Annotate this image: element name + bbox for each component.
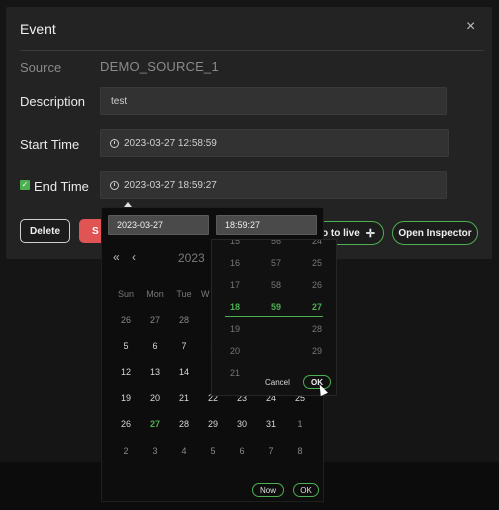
second-option[interactable]: 25 [302, 258, 332, 268]
hour-option[interactable]: 16 [220, 258, 250, 268]
calendar-day[interactable]: 5 [201, 446, 225, 456]
delete-button[interactable]: Delete [20, 219, 70, 243]
minute-option[interactable]: 58 [261, 280, 291, 290]
calendar-day[interactable]: 5 [114, 341, 138, 351]
end-time-field[interactable]: 2023-03-27 18:59:27 [100, 171, 447, 199]
time-input[interactable]: 18:59:27 [216, 215, 317, 235]
hour-option[interactable]: 15 [220, 240, 250, 246]
close-icon[interactable]: × [466, 18, 475, 36]
prev-year-icon[interactable]: « [113, 250, 120, 264]
weekday-label: Sun [117, 289, 134, 299]
second-option[interactable]: 28 [302, 324, 332, 334]
calendar-day[interactable]: 21 [172, 393, 196, 403]
description-field[interactable]: test [100, 87, 447, 115]
modal-title: Event [20, 21, 56, 37]
calendar-day[interactable]: 29 [201, 419, 225, 429]
start-time-field[interactable]: 2023-03-27 12:58:59 [100, 129, 449, 157]
hour-option[interactable]: 20 [220, 346, 250, 356]
prev-month-icon[interactable]: ‹ [132, 250, 136, 264]
calendar-day[interactable]: 12 [114, 367, 138, 377]
clock-icon [110, 138, 119, 148]
clock-icon [110, 180, 119, 190]
calendar-day[interactable]: 7 [172, 341, 196, 351]
hour-option[interactable]: 18 [220, 302, 250, 312]
calendar-day[interactable]: 19 [114, 393, 138, 403]
second-option[interactable]: 24 [302, 240, 332, 246]
hour-option[interactable]: 17 [220, 280, 250, 290]
calendar-day[interactable]: 30 [230, 419, 254, 429]
source-value: DEMO_SOURCE_1 [100, 59, 219, 74]
go-to-live-label: o to live [321, 227, 360, 239]
time-cancel-button[interactable]: Cancel [265, 378, 290, 387]
calendar-day[interactable]: 20 [143, 393, 167, 403]
calendar-day[interactable]: 8 [288, 446, 312, 456]
calendar-day[interactable]: 27 [143, 315, 167, 325]
calendar-year[interactable]: 2023 [178, 251, 205, 265]
calendar-day[interactable]: 6 [230, 446, 254, 456]
calendar-day[interactable]: 31 [259, 419, 283, 429]
calendar-day[interactable]: 1 [288, 419, 312, 429]
second-option[interactable]: 27 [302, 302, 332, 312]
description-value: test [111, 95, 128, 107]
date-ok-button[interactable]: OK [293, 483, 319, 497]
calendar-day[interactable]: 4 [172, 446, 196, 456]
second-option[interactable]: 26 [302, 280, 332, 290]
expand-arrows-icon: ✛ [365, 227, 375, 240]
calendar-day[interactable]: 6 [143, 341, 167, 351]
calendar-day[interactable]: 13 [143, 367, 167, 377]
now-button[interactable]: Now [252, 483, 284, 497]
calendar-day[interactable]: 26 [114, 315, 138, 325]
start-time-value: 2023-03-27 12:58:59 [124, 137, 217, 149]
calendar-day[interactable]: 26 [114, 419, 138, 429]
source-label: Source [20, 60, 62, 75]
calendar-day[interactable]: 7 [259, 446, 283, 456]
weekday-label: Tue [176, 289, 192, 299]
hour-option[interactable]: 21 [220, 368, 250, 378]
calendar-day[interactable]: 3 [143, 446, 167, 456]
end-time-checkbox[interactable]: ✓ [20, 180, 30, 190]
divider [20, 50, 484, 51]
calendar-day[interactable]: 14 [172, 367, 196, 377]
calendar-day[interactable]: 28 [172, 419, 196, 429]
calendar-day[interactable]: 28 [172, 315, 196, 325]
minute-option[interactable]: 59 [261, 302, 291, 312]
description-label: Description [20, 94, 86, 109]
second-option[interactable]: 29 [302, 346, 332, 356]
selected-time-underline [225, 316, 323, 317]
minute-option[interactable]: 56 [261, 240, 291, 246]
time-panel: 15 16 17 18 19 20 21 56 57 58 59 24 25 26 27 28 29 Can… [211, 239, 337, 396]
minute-option[interactable]: 57 [261, 258, 291, 268]
date-input[interactable]: 2023-03-27 [108, 215, 209, 235]
hour-option[interactable]: 19 [220, 324, 250, 334]
calendar-day[interactable]: 27 [143, 419, 167, 429]
open-inspector-button[interactable]: Open Inspector [392, 221, 478, 245]
start-time-label: Start Time [20, 137, 80, 152]
end-time-value: 2023-03-27 18:59:27 [124, 179, 217, 191]
weekday-label: Mon [146, 289, 164, 299]
end-time-label: End Time [34, 179, 89, 194]
calendar-day[interactable]: 2 [114, 446, 138, 456]
